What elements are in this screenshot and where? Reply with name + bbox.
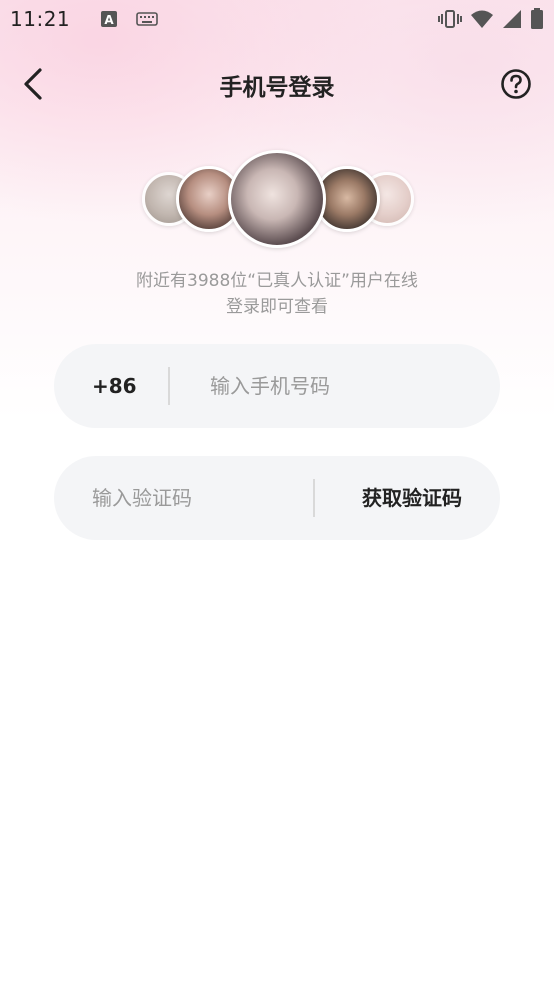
app-header: 手机号登录: [0, 52, 554, 114]
vibrate-icon: [438, 9, 462, 33]
verification-code-input[interactable]: [92, 456, 302, 540]
svg-text:A: A: [104, 13, 114, 27]
field-divider: [313, 479, 315, 517]
help-button[interactable]: [500, 68, 532, 100]
country-code-selector[interactable]: +86: [92, 344, 137, 428]
login-to-view-text: 登录即可查看: [226, 297, 328, 317]
status-time: 11:21: [10, 7, 71, 31]
field-divider: [168, 367, 170, 405]
keyboard-icon: [136, 11, 158, 27]
a-notification-icon: A: [100, 10, 118, 28]
battery-icon: [530, 8, 544, 34]
status-icons: [438, 8, 544, 34]
verification-code-field: 获取验证码: [54, 456, 500, 540]
cellular-signal-icon: [502, 9, 522, 33]
page-title: 手机号登录: [219, 75, 335, 101]
phone-number-field: +86: [54, 344, 500, 428]
phone-number-input[interactable]: [210, 344, 470, 428]
online-count-text: 附近有3988位“已真人认证”用户在线: [136, 271, 418, 291]
wifi-icon: [470, 9, 494, 33]
question-circle-icon: [501, 69, 531, 99]
online-users-avatars: [0, 148, 554, 248]
avatar-featured: [228, 150, 326, 248]
get-verification-code-button[interactable]: 获取验证码: [362, 456, 462, 540]
status-bar: 11:21 A: [0, 0, 554, 38]
online-users-hint: 附近有3988位“已真人认证”用户在线 登录即可查看: [0, 268, 554, 320]
